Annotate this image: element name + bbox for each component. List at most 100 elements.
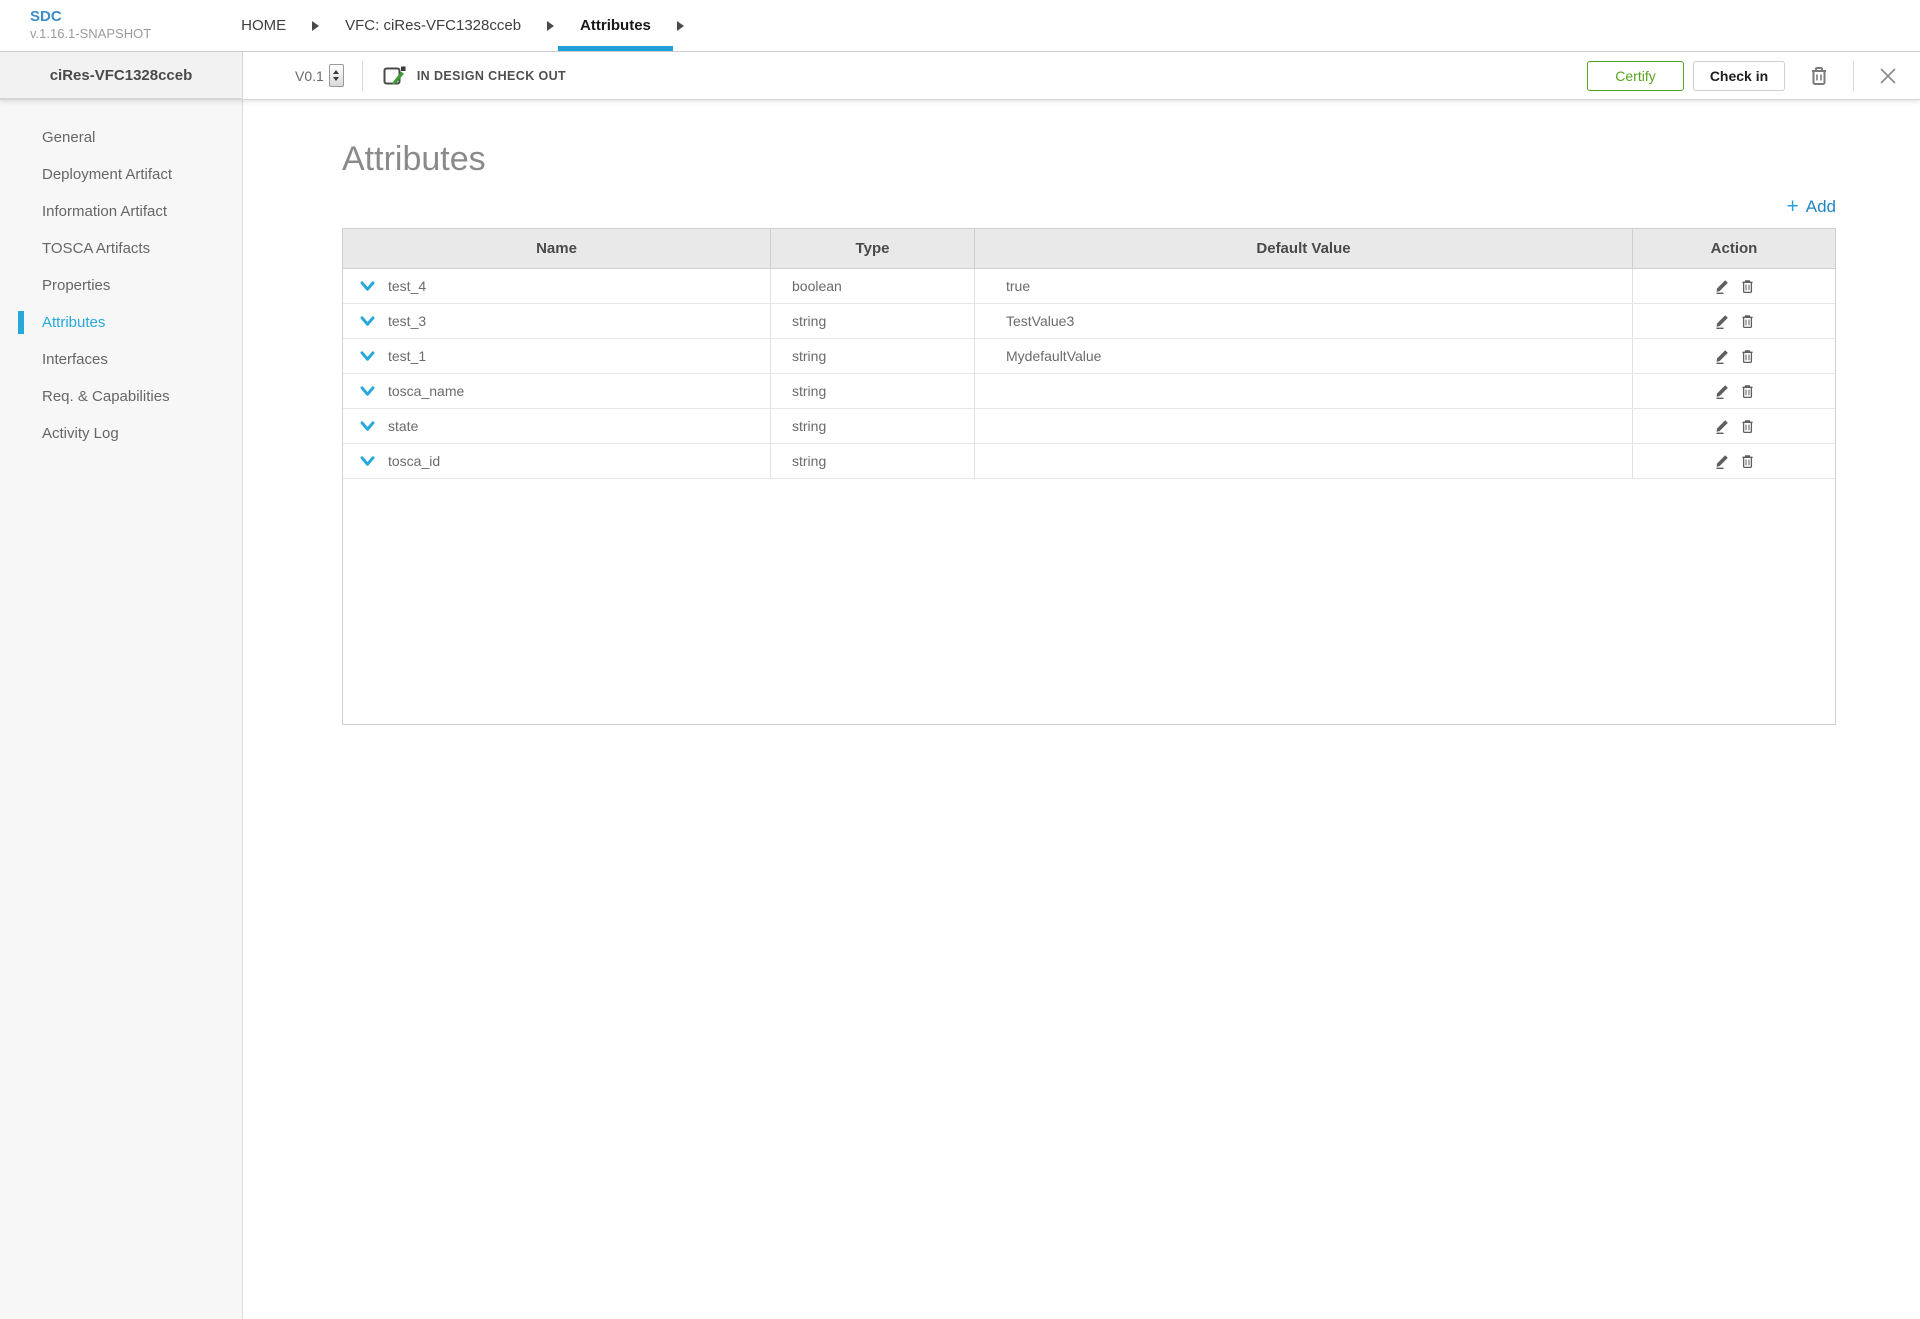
- sidebar-item-deployment-artifact[interactable]: Deployment Artifact: [0, 156, 242, 193]
- attribute-name-cell: test_3: [343, 304, 771, 338]
- delete-entity-button[interactable]: [1809, 65, 1829, 87]
- expand-row-button[interactable]: [360, 281, 375, 292]
- table-row: test_1 string MydefaultValue: [343, 339, 1835, 374]
- table-row: test_4 boolean true: [343, 269, 1835, 304]
- chevron-down-icon: [360, 386, 375, 397]
- attribute-name: test_1: [388, 348, 426, 364]
- attribute-name-cell: tosca_name: [343, 374, 771, 408]
- version-status-group: V0.1 IN DESIGN CHECK OUT: [243, 52, 566, 99]
- version-selector[interactable]: [329, 64, 344, 87]
- attribute-default-value: [975, 374, 1633, 408]
- expand-row-button[interactable]: [360, 421, 375, 432]
- plus-icon: +: [1786, 197, 1798, 217]
- app-version: v.1.16.1-SNAPSHOT: [30, 26, 151, 42]
- edit-attribute-button[interactable]: [1715, 418, 1730, 434]
- pencil-icon: [1715, 418, 1730, 434]
- delete-attribute-button[interactable]: [1741, 349, 1754, 364]
- sidebar-item-information-artifact[interactable]: Information Artifact: [0, 193, 242, 230]
- breadcrumb-arrow-icon: [673, 0, 688, 51]
- attribute-default-value: TestValue3: [975, 304, 1633, 338]
- table-row: state string: [343, 409, 1835, 444]
- attribute-name-cell: tosca_id: [343, 444, 771, 478]
- edit-attribute-button[interactable]: [1715, 348, 1730, 364]
- row-actions: [1633, 269, 1835, 303]
- version-value: V0.1: [295, 68, 324, 84]
- check-out-icon: [381, 63, 407, 89]
- attribute-type: string: [771, 374, 975, 408]
- breadcrumb: HOME VFC: ciRes-VFC1328cceb Attributes: [219, 0, 688, 51]
- trash-icon: [1741, 454, 1754, 469]
- top-nav-bar: SDC v.1.16.1-SNAPSHOT HOME VFC: ciRes-VF…: [0, 0, 1920, 52]
- trash-icon: [1741, 279, 1754, 294]
- app-title: SDC: [30, 8, 151, 26]
- breadcrumb-vfc[interactable]: VFC: ciRes-VFC1328cceb: [323, 0, 543, 51]
- edit-attribute-button[interactable]: [1715, 453, 1730, 469]
- expand-row-button[interactable]: [360, 316, 375, 327]
- row-actions: [1633, 304, 1835, 338]
- attribute-name-cell: test_1: [343, 339, 771, 373]
- breadcrumb-home[interactable]: HOME: [219, 0, 308, 51]
- sidebar-item-interfaces[interactable]: Interfaces: [0, 341, 242, 378]
- trash-icon: [1741, 419, 1754, 434]
- toolbar-actions: Certify Check in: [1587, 52, 1920, 99]
- close-button[interactable]: [1880, 68, 1896, 84]
- column-header-action: Action: [1633, 229, 1835, 268]
- sidebar-item-properties[interactable]: Properties: [0, 267, 242, 304]
- column-header-default-value: Default Value: [975, 229, 1633, 268]
- attribute-type: string: [771, 409, 975, 443]
- edit-attribute-button[interactable]: [1715, 278, 1730, 294]
- row-actions: [1633, 444, 1835, 478]
- attribute-type: string: [771, 444, 975, 478]
- stepper-down-icon: [333, 77, 339, 81]
- check-in-button[interactable]: Check in: [1693, 61, 1785, 91]
- edit-attribute-button[interactable]: [1715, 313, 1730, 329]
- attribute-name: tosca_id: [388, 453, 440, 469]
- breadcrumb-arrow-icon: [308, 0, 323, 51]
- attribute-default-value: true: [975, 269, 1633, 303]
- attribute-name: state: [388, 418, 418, 434]
- column-header-type: Type: [771, 229, 975, 268]
- certify-button[interactable]: Certify: [1587, 61, 1684, 91]
- attribute-name: test_3: [388, 313, 426, 329]
- delete-attribute-button[interactable]: [1741, 454, 1754, 469]
- expand-row-button[interactable]: [360, 351, 375, 362]
- trash-icon: [1741, 314, 1754, 329]
- expand-row-button[interactable]: [360, 456, 375, 467]
- delete-attribute-button[interactable]: [1741, 419, 1754, 434]
- divider: [362, 61, 363, 91]
- add-attribute-button[interactable]: + Add: [1786, 197, 1836, 217]
- sidebar-item-attributes[interactable]: Attributes: [0, 304, 242, 341]
- entity-toolbar: ciRes-VFC1328cceb V0.1 IN DESIGN CHECK O…: [0, 52, 1920, 100]
- row-actions: [1633, 374, 1835, 408]
- edit-attribute-button[interactable]: [1715, 383, 1730, 399]
- delete-attribute-button[interactable]: [1741, 279, 1754, 294]
- pencil-icon: [1715, 453, 1730, 469]
- row-actions: [1633, 409, 1835, 443]
- attribute-default-value: [975, 409, 1633, 443]
- trash-icon: [1809, 65, 1829, 87]
- attribute-default-value: [975, 444, 1633, 478]
- sidebar-item-activity-log[interactable]: Activity Log: [0, 415, 242, 452]
- chevron-down-icon: [360, 281, 375, 292]
- chevron-down-icon: [360, 421, 375, 432]
- sidebar-item-tosca-artifacts[interactable]: TOSCA Artifacts: [0, 230, 242, 267]
- expand-row-button[interactable]: [360, 386, 375, 397]
- sidebar: General Deployment Artifact Information …: [0, 100, 243, 1319]
- stepper-up-icon: [333, 70, 339, 74]
- attribute-type: boolean: [771, 269, 975, 303]
- close-icon: [1880, 68, 1896, 84]
- chevron-down-icon: [360, 316, 375, 327]
- entity-name: ciRes-VFC1328cceb: [0, 52, 243, 99]
- pencil-icon: [1715, 383, 1730, 399]
- sidebar-item-req-capabilities[interactable]: Req. & Capabilities: [0, 378, 242, 415]
- sdc-logo: SDC v.1.16.1-SNAPSHOT: [30, 0, 151, 51]
- sidebar-item-general[interactable]: General: [0, 119, 242, 156]
- breadcrumb-attributes-active-tab[interactable]: Attributes: [558, 0, 673, 51]
- delete-attribute-button[interactable]: [1741, 384, 1754, 399]
- table-row: test_3 string TestValue3: [343, 304, 1835, 339]
- page-body: General Deployment Artifact Information …: [0, 100, 1920, 1319]
- attribute-name-cell: test_4: [343, 269, 771, 303]
- delete-attribute-button[interactable]: [1741, 314, 1754, 329]
- row-actions: [1633, 339, 1835, 373]
- pencil-icon: [1715, 278, 1730, 294]
